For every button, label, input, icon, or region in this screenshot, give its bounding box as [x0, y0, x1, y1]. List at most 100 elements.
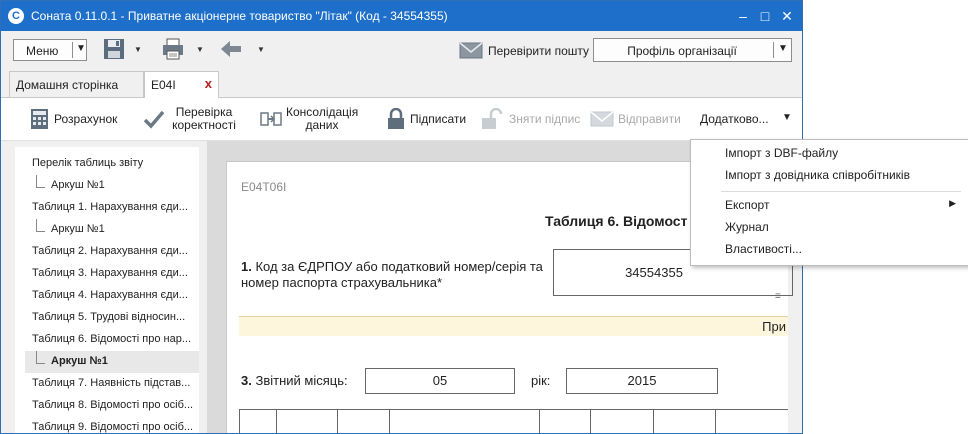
tree-item-table-2[interactable]: Таблиця 2. Нарахування єди... [15, 241, 199, 263]
print-icon[interactable] [161, 37, 185, 61]
save-dropdown-icon[interactable]: ▼ [134, 45, 142, 54]
check-correctness-button[interactable]: Перевірка коректності [143, 98, 243, 140]
tab-home[interactable]: Домашня сторінка [9, 71, 144, 97]
check-mail-button[interactable]: Перевірити пошту [459, 41, 589, 61]
menu-item-label: Властивості... [725, 242, 802, 256]
tree-item-label: Таблиця 5. Трудові відносин... [32, 311, 186, 323]
content-area: Перелік таблиць звіту Аркуш №1 Таблиця 1… [1, 141, 802, 433]
consolidate-label-line1: Консолідація [286, 105, 359, 119]
calculate-label: Розрахунок [54, 112, 118, 126]
field-number: 1. [241, 259, 252, 274]
tree-connector [36, 351, 45, 364]
tree-item-label: Аркуш №1 [51, 355, 108, 367]
print-dropdown-icon[interactable]: ▼ [196, 45, 204, 54]
back-arrow-icon[interactable] [219, 37, 243, 61]
field-number: 3. [241, 373, 252, 388]
more-actions-button[interactable]: Додатково... ▼ [700, 98, 795, 140]
app-window: С Соната 0.11.0.1 - Приватне акціонерне … [0, 0, 803, 434]
title-bar[interactable]: С Соната 0.11.0.1 - Приватне акціонерне … [1, 1, 802, 31]
menu-button-divider [72, 42, 73, 58]
tree-item-label: Таблиця 4. Нарахування єди... [32, 289, 188, 301]
month-field[interactable]: 05 [365, 368, 515, 394]
tree-item-sheet[interactable]: Аркуш №1 [15, 175, 199, 197]
main-toolbar: Меню ▼ ▼ ▼ ▼ Перевірити пошту Профіль ор… [1, 31, 802, 69]
info-band-label: При [762, 319, 786, 334]
chevron-down-icon[interactable]: ▼ [76, 43, 86, 54]
tree-item-table-4[interactable]: Таблиця 4. Нарахування єди... [15, 285, 199, 307]
calculate-button[interactable]: Розрахунок [29, 98, 139, 140]
menu-item-export[interactable]: Експорт ▶ [691, 194, 966, 216]
menu-item-label: Імпорт з довідника співробітників [725, 168, 910, 182]
menu-button[interactable]: Меню ▼ [13, 39, 87, 61]
tree-item-label: Таблиця 1. Нарахування єди... [32, 201, 188, 213]
data-grid-header [239, 409, 788, 433]
menu-item-label: Журнал [725, 220, 769, 234]
organization-profile-label: Профіль організації [627, 44, 737, 58]
scrollbar-grip-icon[interactable]: ≡ [775, 291, 783, 303]
tree-connector [36, 175, 45, 188]
sign-button[interactable]: Підписати [385, 98, 475, 140]
tree-item-sheet[interactable]: Аркуш №1 [15, 219, 199, 241]
close-window-button[interactable]: ✕ [778, 7, 796, 25]
menu-item-import-dbf[interactable]: Імпорт з DBF-файлу [691, 142, 966, 164]
grid-line [653, 410, 654, 433]
tree-item-label: Аркуш №1 [51, 223, 105, 235]
send-button[interactable]: Відправити [590, 98, 685, 140]
year-field[interactable]: 2015 [566, 368, 718, 394]
menu-separator [721, 191, 961, 192]
tab-e04i[interactable]: E04I x [144, 71, 219, 98]
submenu-arrow-icon: ▶ [949, 198, 956, 208]
remove-signature-button[interactable]: Зняти підпис [481, 98, 581, 140]
check-label-line1: Перевірка [175, 105, 233, 119]
check-mail-label: Перевірити пошту [488, 44, 590, 58]
organization-profile-button[interactable]: Профіль організації ▼ [593, 38, 792, 62]
tab-home-label: Домашня сторінка [16, 78, 119, 92]
grid-line [539, 410, 540, 433]
grid-line [590, 410, 591, 433]
tree-item-table-7[interactable]: Таблиця 7. Наявність підстав... [15, 373, 199, 395]
grid-line [337, 410, 338, 433]
tree-item-tables-list[interactable]: Перелік таблиць звіту [15, 153, 199, 175]
check-label-line2: коректності [172, 118, 236, 132]
tree-item-table-6[interactable]: Таблиця 6. Відомості про нар... [15, 329, 199, 351]
consolidate-data-button[interactable]: Консолідація даних [260, 98, 365, 140]
back-dropdown-icon[interactable]: ▼ [257, 45, 265, 54]
tree-item-sheet-selected[interactable]: Аркуш №1 [25, 351, 199, 373]
chevron-down-icon: ▼ [782, 112, 792, 123]
tree-item-table-9[interactable]: Таблиця 9. Відомості про осіб... [15, 417, 199, 433]
tree-item-table-3[interactable]: Таблиця 3. Нарахування єди... [15, 263, 199, 285]
tree-item-table-1[interactable]: Таблиця 1. Нарахування єди... [15, 197, 199, 219]
save-icon[interactable] [102, 37, 126, 61]
menu-button-label: Меню [26, 44, 59, 58]
reporting-month-label: 3. Звітний місяць: [241, 373, 348, 388]
more-actions-menu: Імпорт з DBF-файлу Імпорт з довідника сп… [690, 139, 968, 266]
tab-bar: Домашня сторінка E04I x [1, 69, 802, 98]
minimize-button[interactable]: – [734, 7, 752, 25]
menu-item-journal[interactable]: Журнал [691, 216, 966, 238]
unlock-icon [482, 108, 503, 129]
tree-item-label: Таблиця 8. Відомості про осіб... [32, 399, 194, 411]
app-logo-icon: С [8, 8, 24, 24]
field-label: Звітний місяць: [255, 373, 348, 388]
tree-connector [36, 219, 45, 232]
send-label: Відправити [618, 112, 681, 126]
lock-icon [388, 108, 404, 129]
insurer-code-label: 1. Код за ЄДРПОУ або податковий номер/се… [241, 259, 551, 291]
menu-item-label: Імпорт з DBF-файлу [725, 146, 839, 160]
chevron-down-icon[interactable]: ▼ [778, 43, 788, 54]
info-band: При [239, 316, 788, 336]
profile-divider [773, 42, 774, 58]
menu-item-label: Експорт [725, 198, 770, 212]
maximize-button[interactable]: □ [756, 7, 774, 25]
menu-item-import-employees[interactable]: Імпорт з довідника співробітників [691, 164, 966, 186]
tree-item-label: Таблиця 3. Нарахування єди... [32, 267, 188, 279]
tree-item-label: Таблиця 2. Нарахування єди... [32, 245, 188, 257]
tree-item-table-8[interactable]: Таблиця 8. Відомості про осіб... [15, 395, 199, 417]
send-mail-icon [590, 111, 614, 127]
grid-line [276, 410, 277, 433]
menu-item-properties[interactable]: Властивості... [691, 238, 966, 260]
close-tab-icon[interactable]: x [205, 76, 212, 91]
tree-item-label: Таблиця 9. Відомості про осіб... [32, 421, 194, 433]
tree-item-label: Таблиця 6. Відомості про нар... [32, 333, 192, 345]
tree-item-table-5[interactable]: Таблиця 5. Трудові відносин... [15, 307, 199, 329]
